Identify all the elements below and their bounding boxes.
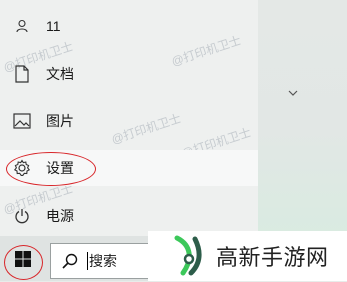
search-text: 搜索 [89, 253, 117, 269]
highlight-ellipse [6, 152, 96, 186]
sidebar-item-documents[interactable]: 文档 [0, 56, 258, 92]
search-input[interactable]: 搜索 [50, 243, 158, 279]
documents-label: 文档 [46, 66, 74, 82]
pictures-label: 图片 [46, 113, 74, 129]
logo-text: 高新手游网 [216, 246, 329, 271]
logo-icon [171, 235, 207, 277]
sidebar-item-power[interactable]: 电源 [0, 198, 258, 234]
power-icon [12, 206, 32, 226]
sidebar-item-user[interactable]: 11 [0, 8, 258, 44]
site-logo: 高新手游网 [148, 231, 347, 281]
sidebar-item-pictures[interactable]: 图片 [0, 103, 258, 139]
start-menu-tiles-area [258, 0, 347, 236]
highlight-ellipse [4, 245, 43, 280]
chevron-down-icon[interactable] [287, 87, 299, 99]
document-icon [12, 64, 32, 84]
user-icon [12, 16, 32, 36]
text-caret [87, 252, 88, 270]
picture-icon [12, 111, 32, 131]
user-label: 11 [46, 18, 61, 34]
power-label: 电源 [46, 208, 74, 224]
search-icon [61, 252, 79, 270]
